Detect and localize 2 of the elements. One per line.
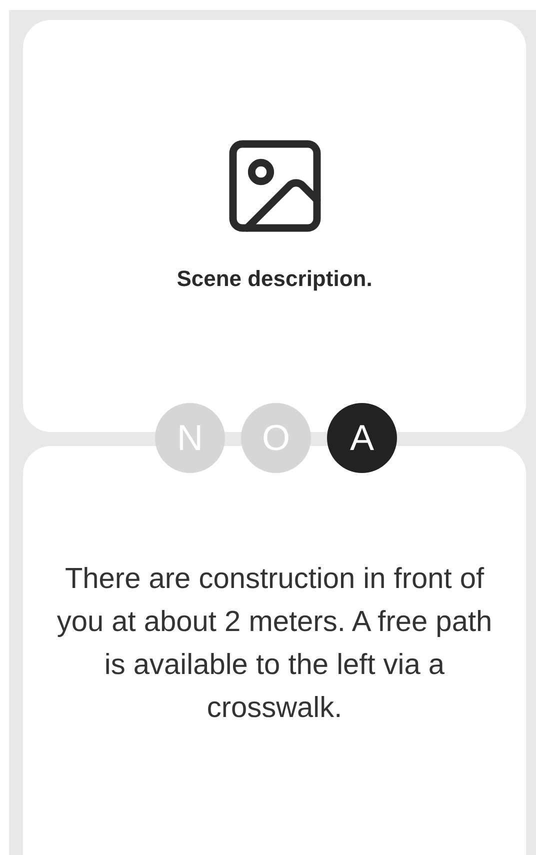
scene-caption: Scene description. [176,265,372,293]
description-text: There are construction in front of you at about 2 meters. A free path is available to the left via a crosswalk. [56,562,494,726]
